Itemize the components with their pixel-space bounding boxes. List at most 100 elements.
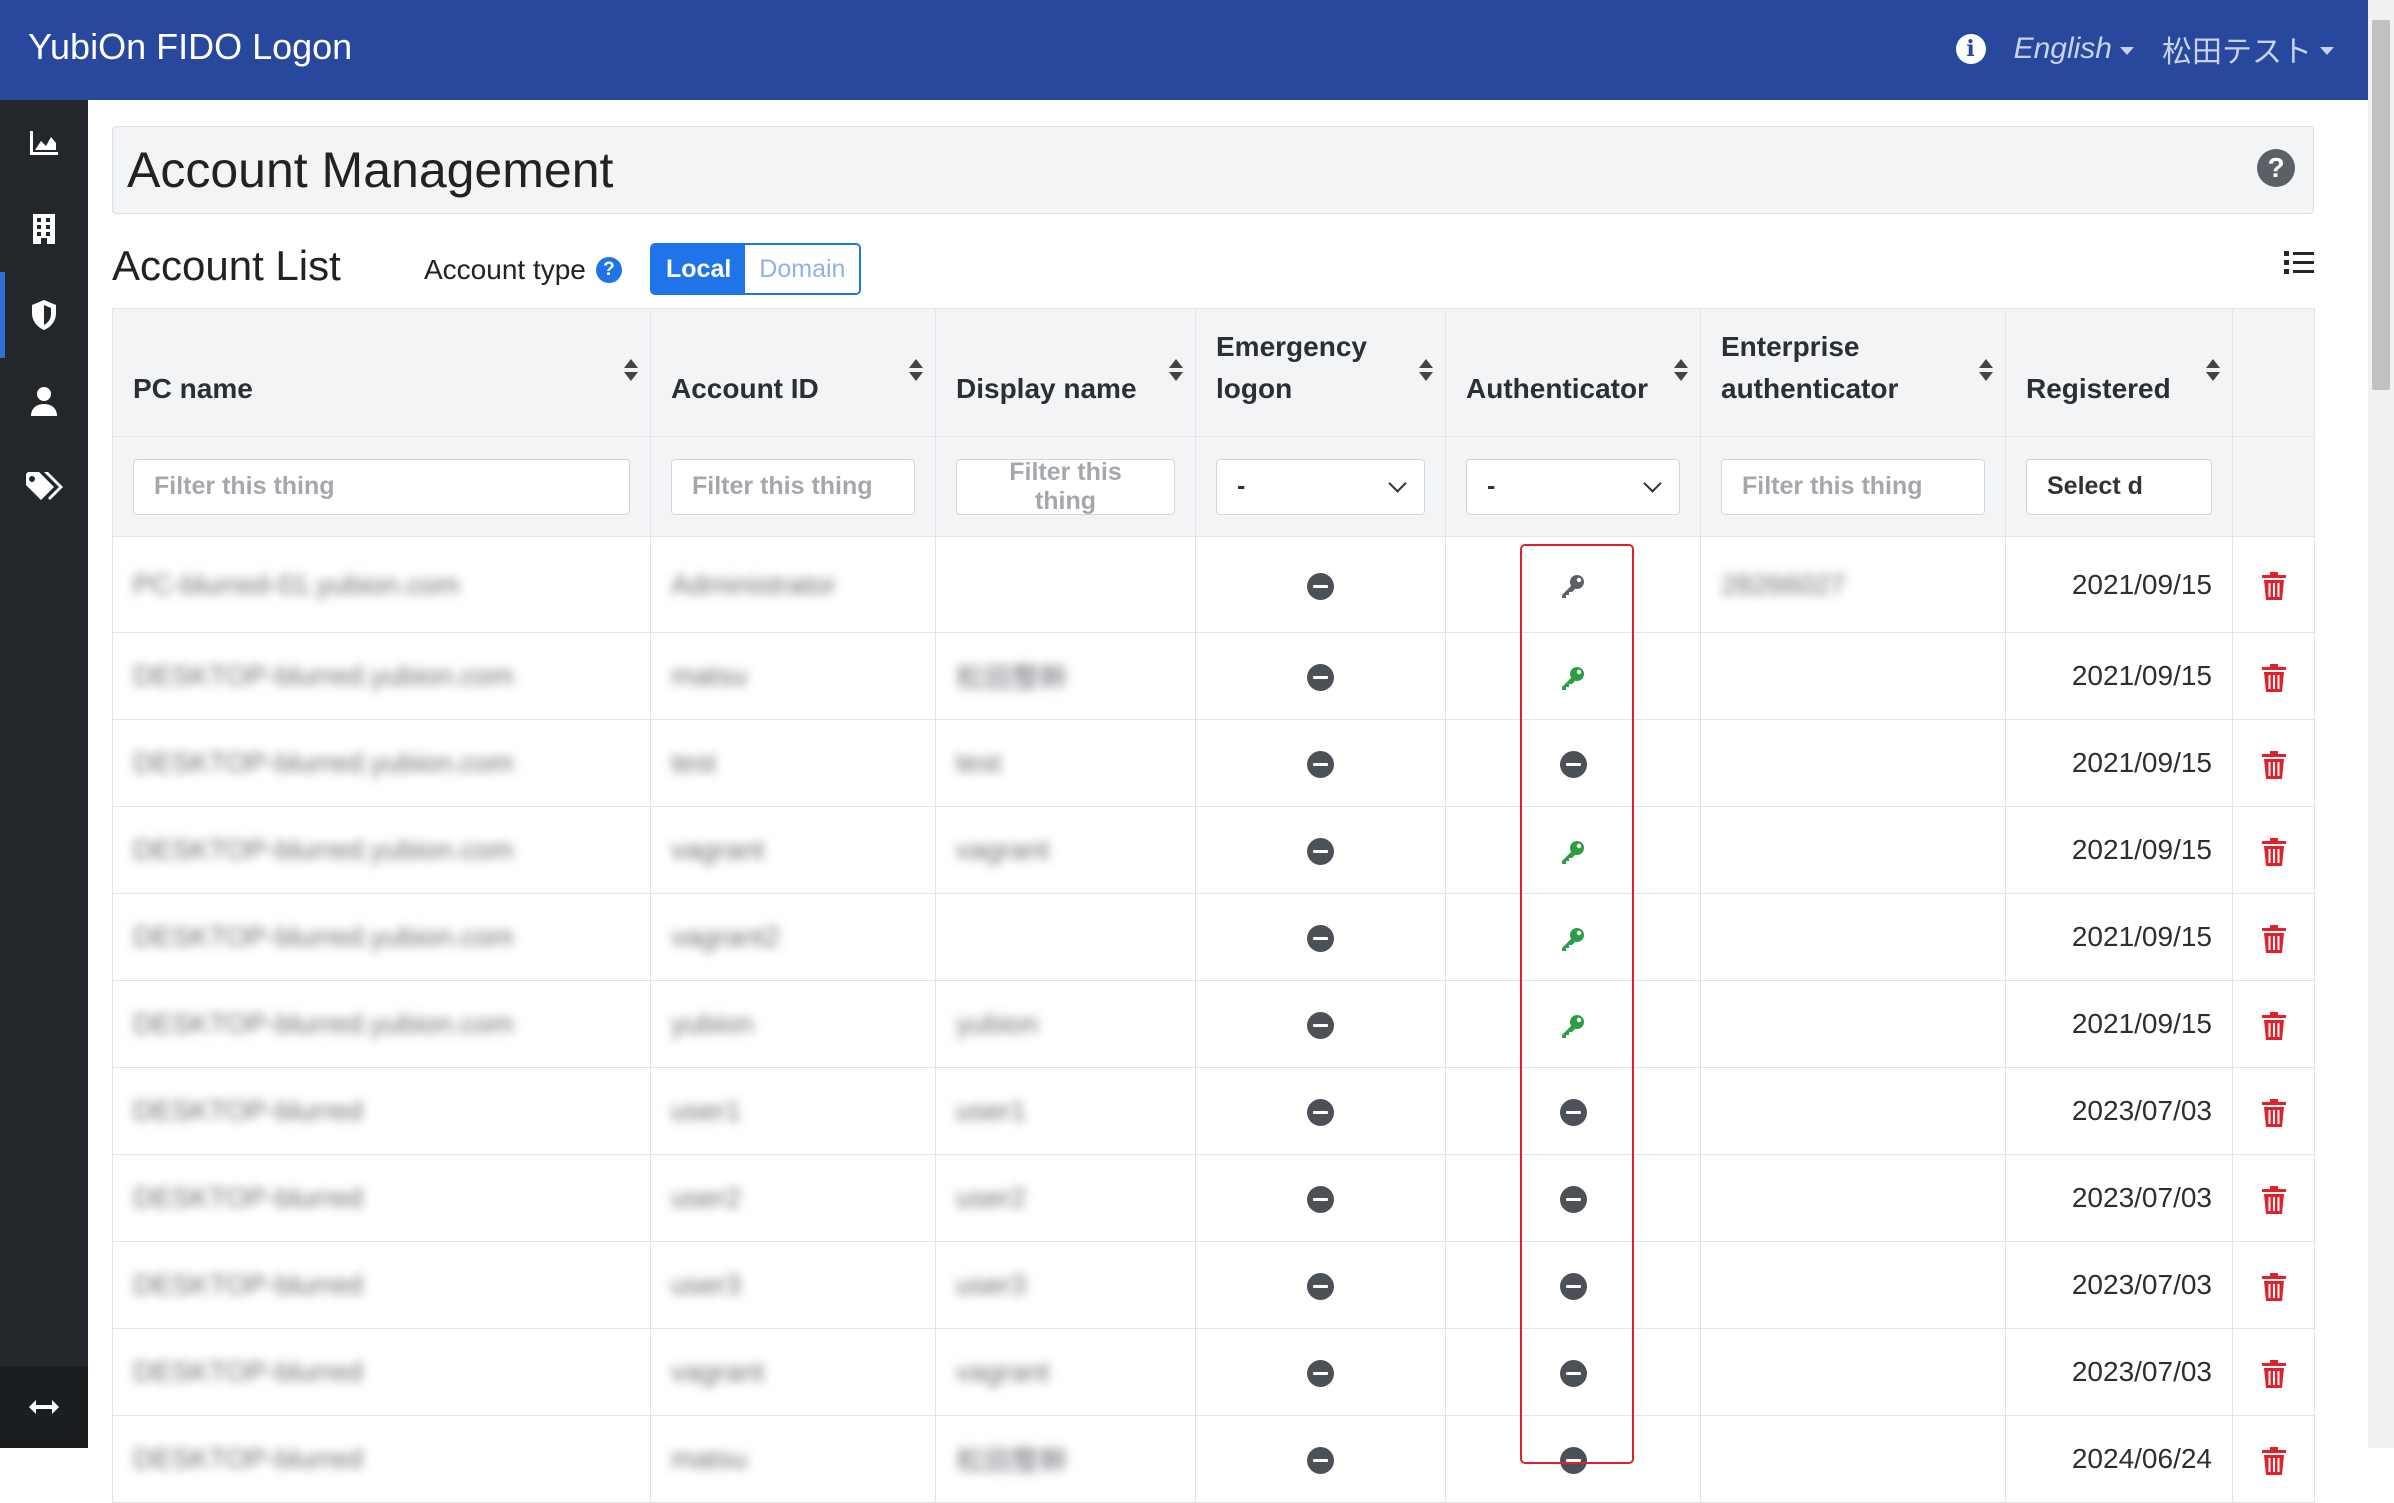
filter-account-id-input[interactable]: Filter this thing	[671, 458, 915, 515]
minus-circle-icon	[1307, 1273, 1334, 1301]
header-label: Display name	[956, 373, 1137, 404]
delete-button[interactable]	[2261, 921, 2286, 953]
cell-delete[interactable]	[2232, 1328, 2315, 1416]
scrollbar-thumb[interactable]	[2372, 20, 2390, 390]
minus-circle-icon	[1307, 1099, 1334, 1127]
delete-button[interactable]	[2261, 660, 2286, 692]
account-type-domain[interactable]: Domain	[745, 245, 860, 293]
filter-authenticator-select[interactable]: -	[1466, 458, 1680, 515]
cell-delete[interactable]	[2232, 806, 2315, 894]
sort-icon[interactable]	[2206, 359, 2220, 383]
tags-icon	[26, 472, 63, 500]
delete-button[interactable]	[2261, 1182, 2286, 1214]
cell-delete[interactable]	[2232, 1241, 2315, 1329]
sort-icon[interactable]	[1169, 359, 1183, 383]
sidebar	[0, 100, 88, 1448]
cell-registered: 2021/09/15	[2005, 980, 2233, 1068]
table-row[interactable]: DESKTOP-blurred.yubion.com test test 2021/0…	[112, 719, 2315, 807]
cell-authenticator[interactable]	[1445, 1415, 1701, 1503]
cell-delete[interactable]	[2232, 632, 2315, 720]
cell-delete[interactable]	[2232, 980, 2315, 1068]
table-row[interactable]: DESKTOP-blurred.yubion.com matsu 松田整幹 2021/…	[112, 632, 2315, 720]
registered-date: 2023/07/03	[2071, 1182, 2212, 1213]
delete-button[interactable]	[2261, 1008, 2286, 1040]
cell-authenticator[interactable]	[1445, 806, 1701, 894]
column-header-display-name[interactable]: Display name	[935, 308, 1196, 437]
delete-button[interactable]	[2261, 747, 2286, 779]
cell-account-id: user3	[650, 1241, 936, 1329]
delete-button[interactable]	[2261, 834, 2286, 866]
cell-account-id: matsu	[650, 632, 936, 720]
filter-emergency-select[interactable]: -	[1216, 458, 1425, 515]
cell-account-id: user1	[650, 1067, 936, 1155]
column-header-authenticator[interactable]: Authenticator	[1445, 308, 1701, 437]
account-type-local[interactable]: Local	[652, 245, 746, 293]
cell-delete[interactable]	[2232, 1067, 2315, 1155]
cell-delete[interactable]	[2232, 893, 2315, 981]
table-row[interactable]: DESKTOP-blurred user3 user3 2023/07/03	[112, 1241, 2315, 1329]
user-dropdown[interactable]: 松田テスト	[2162, 27, 2334, 71]
sidebar-item-tags[interactable]	[0, 444, 88, 530]
cell-enterprise	[1700, 719, 2006, 807]
filter-display-name-input[interactable]: Filter this thing	[956, 458, 1175, 515]
column-header-registered[interactable]: Registered	[2005, 308, 2233, 437]
cell-delete[interactable]	[2232, 719, 2315, 807]
sort-icon[interactable]	[1419, 359, 1433, 383]
cell-account-id: vagrant2	[650, 893, 936, 981]
column-header-actions	[2232, 308, 2315, 437]
delete-button[interactable]	[2261, 1269, 2286, 1301]
delete-button[interactable]	[2261, 569, 2286, 601]
cell-delete[interactable]	[2232, 536, 2315, 633]
cell-emergency-logon	[1195, 1154, 1446, 1242]
cell-authenticator[interactable]	[1445, 893, 1701, 981]
cell-authenticator[interactable]	[1445, 1241, 1701, 1329]
column-header-account-id[interactable]: Account ID	[650, 308, 936, 437]
sidebar-toggle[interactable]	[0, 1366, 88, 1448]
column-list-icon[interactable]	[2284, 250, 2314, 281]
cell-enterprise	[1700, 980, 2006, 1068]
table-row[interactable]: DESKTOP-blurred.yubion.com vagrant2 2021/0…	[112, 893, 2315, 981]
vertical-scrollbar[interactable]	[2368, 0, 2394, 1448]
cell-authenticator[interactable]	[1445, 719, 1701, 807]
sidebar-item-security[interactable]	[0, 272, 88, 358]
delete-button[interactable]	[2261, 1095, 2286, 1127]
filter-enterprise-input[interactable]: Filter this thing	[1721, 458, 1985, 515]
cell-pc-name: DESKTOP-blurred	[112, 1415, 651, 1503]
trash-icon	[2261, 663, 2286, 692]
help-icon[interactable]: ?	[2257, 149, 2295, 187]
table-row[interactable]: PC-blurred-01.yubion.com Administrator 282…	[112, 536, 2315, 633]
sort-icon[interactable]	[909, 359, 923, 383]
column-header-enterprise-authenticator[interactable]: Enterprise authenticator	[1700, 308, 2006, 437]
table-row[interactable]: DESKTOP-blurred vagrant vagrant 2023/07/03	[112, 1328, 2315, 1416]
cell-display-name	[935, 893, 1196, 981]
sidebar-item-organization[interactable]	[0, 186, 88, 272]
delete-button[interactable]	[2261, 1356, 2286, 1388]
sidebar-item-dashboard[interactable]	[0, 100, 88, 186]
column-header-emergency-logon[interactable]: Emergency logon	[1195, 308, 1446, 437]
chevron-down-icon	[1643, 474, 1662, 493]
sidebar-item-users[interactable]	[0, 358, 88, 444]
cell-authenticator[interactable]	[1445, 536, 1701, 633]
table-row[interactable]: DESKTOP-blurred.yubion.com yubion yubion 20…	[112, 980, 2315, 1068]
question-icon[interactable]: ?	[595, 257, 622, 283]
info-icon[interactable]: i	[1955, 34, 1986, 64]
app-brand[interactable]: YubiOn FIDO Logon	[28, 26, 352, 68]
sort-icon[interactable]	[624, 359, 638, 383]
filter-pc-name-input[interactable]: Filter this thing	[133, 458, 630, 515]
sort-icon[interactable]	[1979, 359, 1993, 383]
cell-delete[interactable]	[2232, 1415, 2315, 1503]
table-row[interactable]: DESKTOP-blurred user1 user1 2023/07/03	[112, 1067, 2315, 1155]
cell-authenticator[interactable]	[1445, 632, 1701, 720]
language-dropdown[interactable]: English	[2014, 32, 2134, 66]
cell-authenticator[interactable]	[1445, 980, 1701, 1068]
table-row[interactable]: DESKTOP-blurred.yubion.com vagrant vagrant…	[112, 806, 2315, 894]
sort-icon[interactable]	[1674, 359, 1688, 383]
cell-authenticator[interactable]	[1445, 1154, 1701, 1242]
table-row[interactable]: DESKTOP-blurred matsu 松田整幹 2024/06/24	[112, 1415, 2315, 1503]
cell-authenticator[interactable]	[1445, 1067, 1701, 1155]
column-header-pc-name[interactable]: PC name	[112, 308, 651, 437]
filter-registered-date[interactable]: Select d	[2026, 458, 2212, 515]
cell-delete[interactable]	[2232, 1154, 2315, 1242]
cell-authenticator[interactable]	[1445, 1328, 1701, 1416]
table-row[interactable]: DESKTOP-blurred user2 user2 2023/07/03	[112, 1154, 2315, 1242]
